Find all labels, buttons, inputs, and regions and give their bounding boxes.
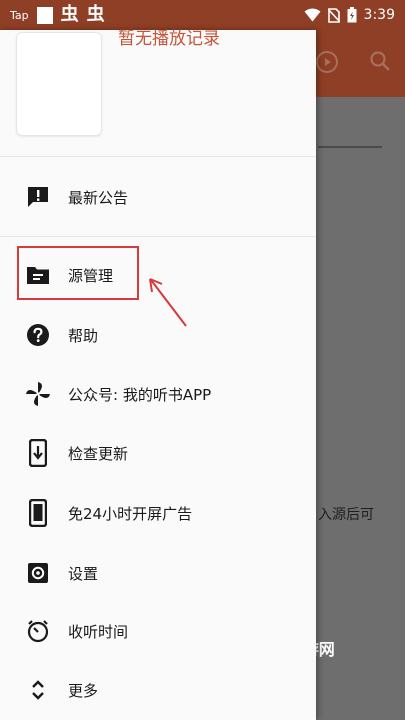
menu-label-check-update: 检查更新: [68, 444, 129, 463]
phone-download-icon: [24, 439, 52, 467]
menu-item-settings[interactable]: 设置: [0, 548, 316, 598]
status-bar-left: Tap 虫 虫: [10, 6, 105, 24]
menu-item-ad-free[interactable]: 免24小时开屏广告: [0, 488, 316, 538]
search-icon[interactable]: [369, 50, 391, 72]
highlight-box: [17, 246, 139, 300]
menu-label-announcement: 最新公告: [68, 188, 129, 207]
background-divider: [318, 146, 382, 148]
status-app-label: Tap: [10, 8, 29, 22]
announcement-icon: [24, 183, 52, 211]
expand-icon: [24, 676, 52, 704]
menu-item-official-account[interactable]: 公众号: 我的听书APP: [0, 369, 316, 419]
menu-divider: [0, 236, 316, 237]
battery-icon: [347, 7, 357, 23]
help-icon: [24, 321, 52, 349]
wifi-icon: [304, 8, 321, 22]
header-divider: [0, 156, 316, 157]
play-circle-icon[interactable]: [315, 50, 339, 74]
status-bar-right: 3:39: [304, 5, 395, 25]
app-bar-actions: [315, 50, 391, 74]
menu-item-listening-time[interactable]: 收听时间: [0, 606, 316, 656]
status-time: 3:39: [363, 7, 395, 23]
annotation-arrow-icon: [149, 278, 187, 327]
notification-glyph-2: 虫: [86, 4, 105, 25]
notification-glyph-1: 虫: [60, 4, 79, 25]
menu-label-more: 更多: [68, 681, 99, 700]
settings-icon: [24, 559, 52, 587]
menu-label-ad-free: 免24小时开屏广告: [68, 504, 193, 523]
background-partial-text: 入源后可: [318, 507, 374, 523]
menu-item-announcement[interactable]: 最新公告: [0, 172, 316, 222]
recent-play-thumbnail[interactable]: [16, 32, 102, 136]
no-sim-icon: [327, 7, 340, 23]
no-play-record-text: 暂无播放记录: [118, 29, 220, 49]
pinwheel-icon: [24, 380, 52, 408]
notification-square-icon: [36, 6, 53, 24]
timer-icon: [24, 617, 52, 645]
navigation-drawer: 暂无播放记录 最新公告 源管理 帮助 公众号: 我的听书APP 检查更新 免24…: [0, 29, 316, 720]
menu-item-more[interactable]: 更多: [0, 665, 316, 715]
menu-label-listening-time: 收听时间: [68, 622, 129, 641]
menu-item-check-update[interactable]: 检查更新: [0, 428, 316, 478]
menu-label-settings: 设置: [68, 564, 99, 583]
menu-label-official-account: 公众号: 我的听书APP: [68, 385, 212, 404]
menu-label-help: 帮助: [68, 326, 99, 345]
phone-icon: [24, 499, 52, 527]
